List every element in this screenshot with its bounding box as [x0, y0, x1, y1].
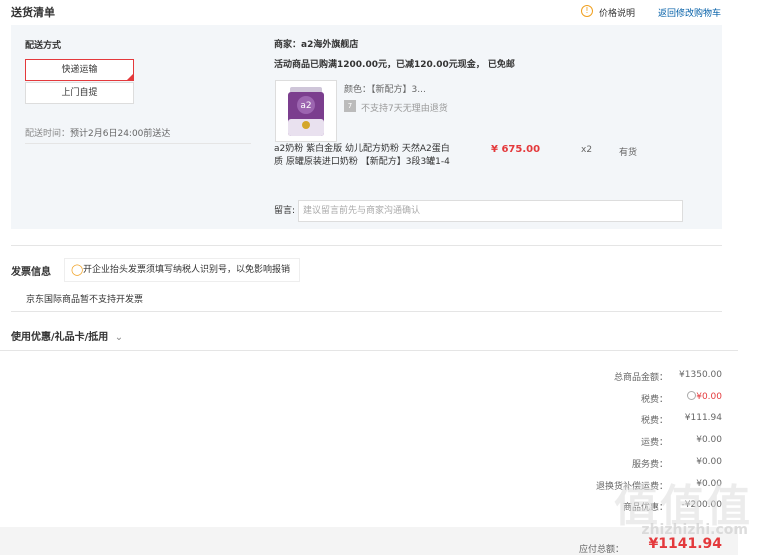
summary-label-3: 运费： — [640, 438, 668, 448]
lightbulb-icon: ◯ — [71, 263, 84, 276]
delivery-time-label: 配送时间： — [25, 129, 71, 139]
return-policy: 不支持7天无理由退货 — [361, 104, 448, 114]
summary-value-3: ¥0.00 — [696, 435, 722, 445]
back-to-cart-link[interactable]: 返回修改购物车 — [658, 6, 721, 19]
coupon-toggle[interactable]: 使用优惠/礼品卡/抵用 ⌄ — [11, 328, 123, 343]
merchant: 商家：a2海外旗舰店 — [274, 37, 358, 50]
delivery-section: 配送方式 快递运输 上门自提 配送时间：预计2月6日24:00前送达 — [25, 35, 253, 195]
summary-label-2: 税费： — [640, 416, 668, 426]
watermark-site: zhizhizhi.com — [641, 522, 748, 538]
invoice-notice: 京东国际商品暂不支持开发票 — [26, 295, 144, 305]
product-image[interactable]: a2 — [275, 80, 337, 142]
page-title: 送货清单 — [11, 6, 55, 19]
product-price: ¥ 675.00 — [491, 144, 541, 155]
section-divider-3 — [0, 350, 738, 351]
milk-can-icon: a2 — [288, 87, 324, 136]
coupon-title: 使用优惠/礼品卡/抵用 — [11, 332, 109, 343]
note-input[interactable]: 建议留言前先与商家沟通确认 — [298, 200, 683, 222]
summary-label-1: 税费： — [640, 395, 668, 405]
delivery-divider — [25, 143, 251, 144]
tax-info-icon[interactable] — [687, 391, 696, 400]
invoice-tip-text: 开企业抬头发票须填写纳税人识别号，以免影响报销 — [83, 265, 291, 275]
delivery-label: 配送方式 — [25, 41, 62, 51]
product-color: 颜色：【新配方】3... — [344, 82, 426, 95]
delivery-time-value: 预计2月6日24:00前送达 — [70, 129, 171, 139]
delivery-option-pickup[interactable]: 上门自提 — [25, 82, 134, 104]
summary-value-2: ¥111.94 — [684, 413, 722, 423]
summary-label-4: 服务费： — [631, 460, 668, 470]
note-label: 留言: — [274, 206, 296, 216]
summary-value-1: ¥0.00 — [696, 392, 722, 402]
summary-value-4: ¥0.00 — [696, 457, 722, 467]
merchant-label: 商家： — [274, 40, 302, 50]
summary-label-0: 总商品金额： — [613, 373, 668, 383]
price-info-link[interactable]: 价格说明 — [599, 6, 635, 19]
chevron-down-icon: ⌄ — [114, 332, 124, 343]
info-icon: ! — [581, 5, 593, 17]
section-divider-2 — [11, 311, 722, 312]
stock-status: 有货 — [619, 148, 638, 158]
total-value: ¥1141.94 — [648, 536, 722, 552]
delivery-time: 配送时间：预计2月6日24:00前送达 — [25, 126, 170, 139]
delivery-option-express[interactable]: 快递运输 — [25, 59, 134, 81]
no-return-icon: 7 — [344, 100, 356, 112]
summary-value-0: ¥1350.00 — [679, 370, 722, 380]
promo-text: 活动商品已购满1200.00元，已减120.00元现金， 已免邮 — [274, 60, 515, 70]
invoice-tip: ◯ 开企业抬头发票须填写纳税人识别号，以免影响报销 — [64, 258, 300, 282]
can-logo-text: a2 — [300, 101, 311, 111]
product-qty: x2 — [581, 145, 593, 155]
total-label: 应付总额： — [578, 545, 624, 555]
invoice-title: 发票信息 — [11, 267, 51, 278]
section-divider-1 — [11, 245, 722, 246]
merchant-name[interactable]: a2海外旗舰店 — [301, 40, 358, 50]
product-name-line2: 质 原罐原装进口奶粉 【新配方】3段3罐1-4 — [274, 157, 450, 167]
color-value: 【新配方】3... — [371, 85, 426, 95]
product-name-line1: a2奶粉 紫白金版 幼儿配方奶粉 天然A2蛋白 — [274, 144, 450, 154]
product-name[interactable]: a2奶粉 紫白金版 幼儿配方奶粉 天然A2蛋白 质 原罐原装进口奶粉 【新配方】… — [274, 143, 450, 169]
order-panel: 配送方式 快递运输 上门自提 配送时间：预计2月6日24:00前送达 商家：a2… — [11, 25, 722, 229]
color-label: 颜色： — [344, 85, 372, 95]
